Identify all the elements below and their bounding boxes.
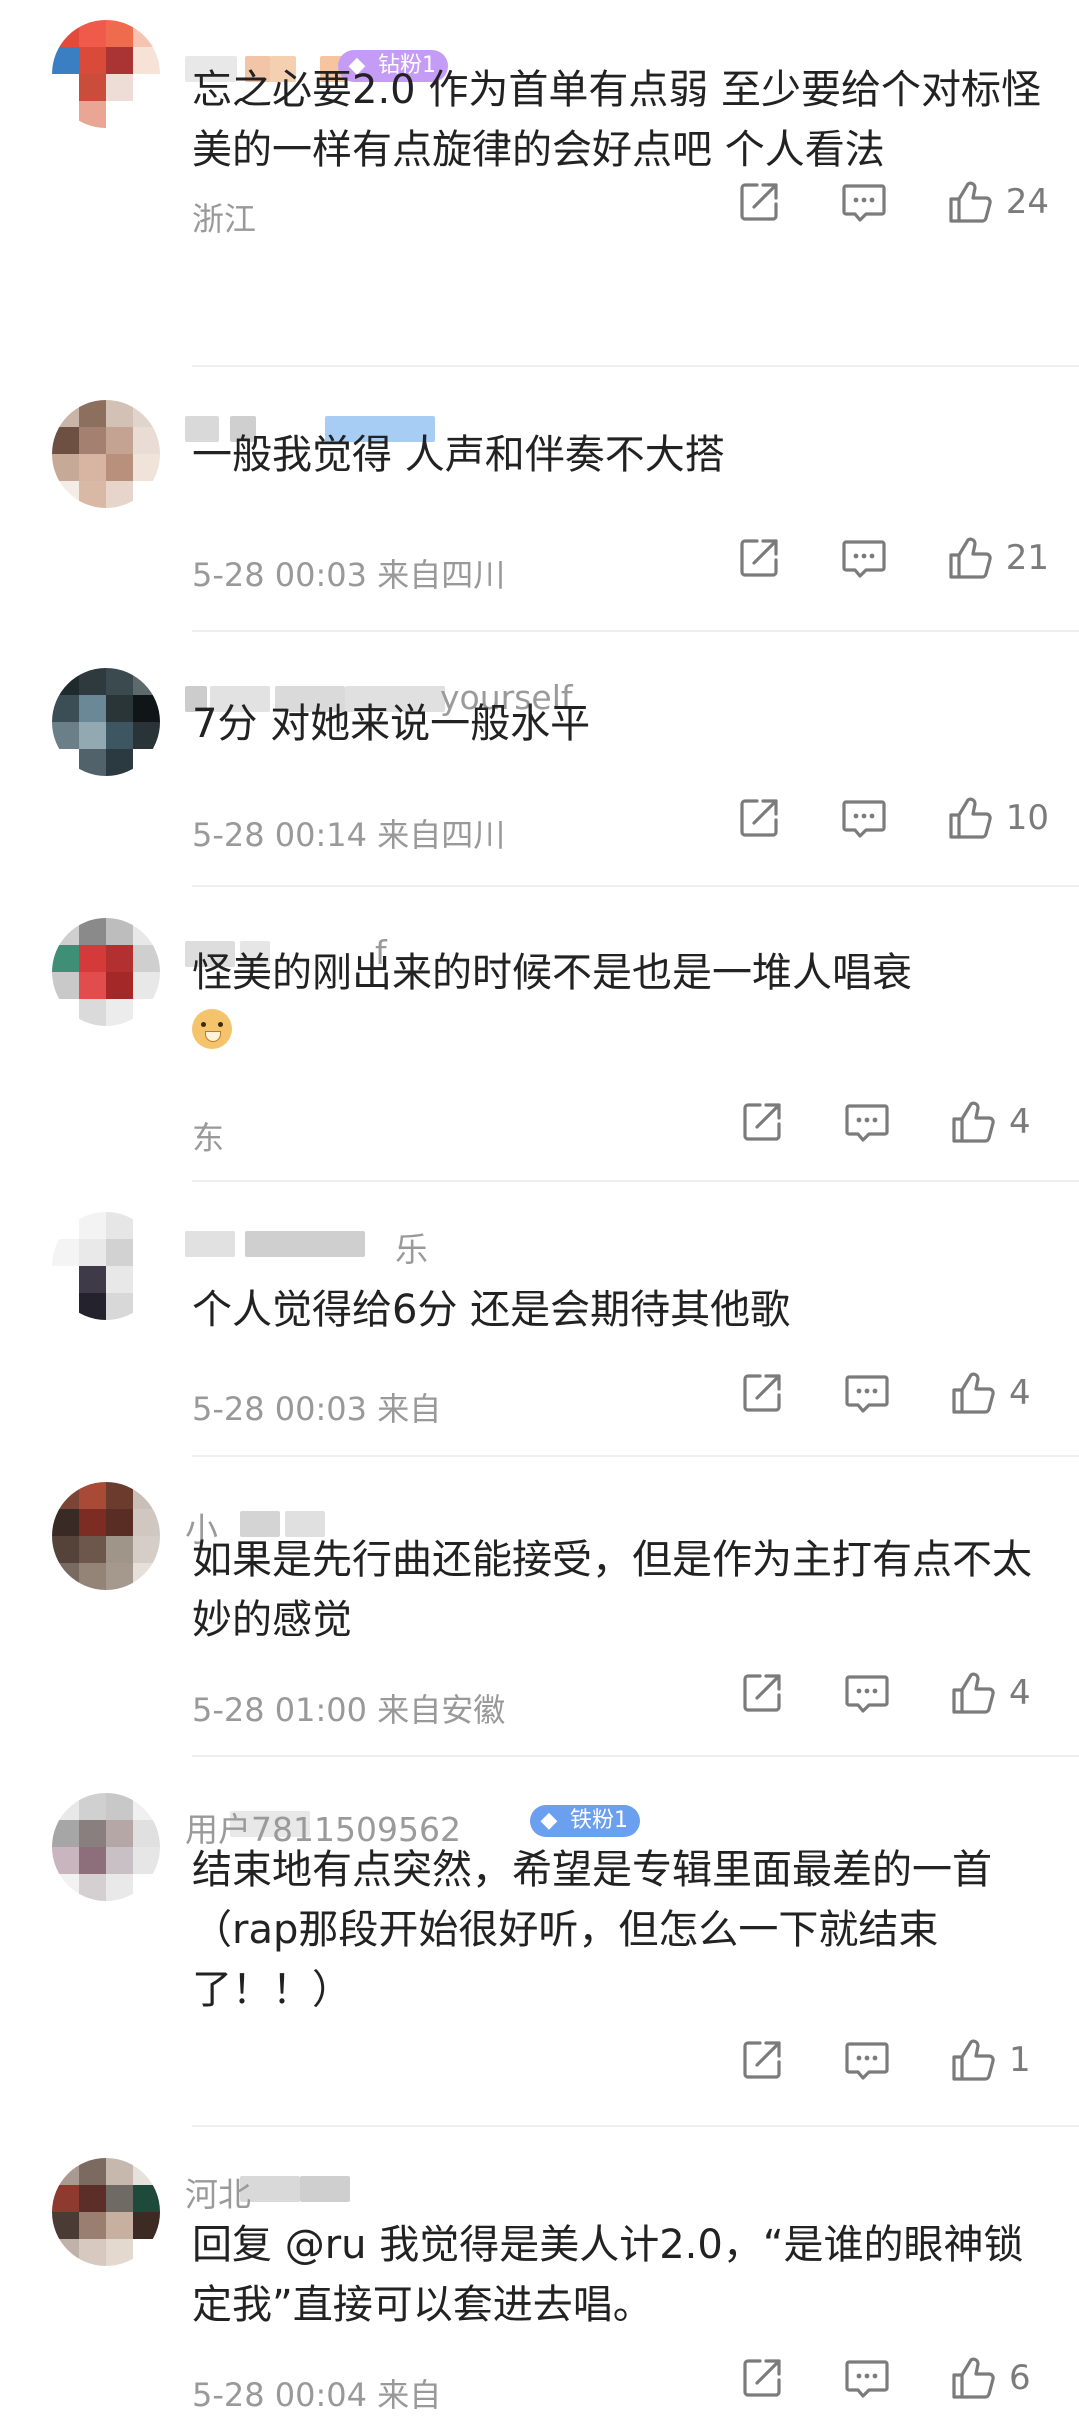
like-button[interactable]: 4 xyxy=(949,1098,1049,1146)
divider xyxy=(192,1455,1079,1457)
avatar[interactable] xyxy=(52,918,160,1026)
username-pixelated[interactable] xyxy=(300,2176,350,2202)
share-icon[interactable] xyxy=(739,1670,785,1716)
avatar[interactable] xyxy=(52,400,160,508)
reply-icon[interactable] xyxy=(840,795,888,841)
avatar[interactable] xyxy=(52,1793,160,1901)
comment-actions: 4 xyxy=(681,1365,1049,1421)
divider xyxy=(192,2125,1079,2127)
iron-fan-icon: ◆ xyxy=(540,1808,558,1833)
divider xyxy=(192,885,1079,887)
like-icon xyxy=(949,1669,999,1717)
avatar[interactable] xyxy=(52,1482,160,1590)
comment-meta: 东 xyxy=(192,1119,225,1157)
like-count: 4 xyxy=(1009,1102,1031,1142)
like-button[interactable]: 24 xyxy=(946,178,1049,226)
share-icon[interactable] xyxy=(736,179,782,225)
share-icon[interactable] xyxy=(739,2037,785,2083)
like-button[interactable]: 4 xyxy=(949,1369,1049,1417)
reply-icon[interactable] xyxy=(843,1670,891,1716)
avatar[interactable] xyxy=(52,668,160,776)
like-icon xyxy=(949,1098,999,1146)
divider xyxy=(192,1180,1079,1182)
comment-meta: 5-28 01:00 来自安徽 xyxy=(192,1691,506,1729)
comment-text: 忘之必要2.0 作为首单有点弱 至少要给个对标怪美的一样有点旋律的会好点吧 个人… xyxy=(192,67,1042,173)
comment-text: 怪美的刚出来的时候不是也是一堆人唱衰 xyxy=(192,950,912,996)
reply-icon[interactable] xyxy=(843,1099,891,1145)
like-count: 1 xyxy=(1009,2040,1031,2080)
like-icon xyxy=(949,1369,999,1417)
avatar[interactable] xyxy=(52,1212,160,1320)
comment-text: 一般我觉得 人声和伴奏不大搭 xyxy=(192,432,725,478)
like-button[interactable]: 21 xyxy=(946,534,1049,582)
share-icon[interactable] xyxy=(736,535,782,581)
like-count: 4 xyxy=(1009,1673,1031,1713)
fan-badge: ◆ 铁粉1 xyxy=(530,1805,640,1837)
comment-actions: 6 xyxy=(681,2350,1049,2406)
reply-icon[interactable] xyxy=(840,535,888,581)
comment-meta: 5-28 00:03 来自四川 xyxy=(192,556,506,594)
avatar[interactable] xyxy=(52,20,160,128)
comment-meta: 5-28 00:04 来自 xyxy=(192,2376,442,2414)
share-icon[interactable] xyxy=(739,1099,785,1145)
like-count: 6 xyxy=(1009,2358,1031,2398)
reply-icon[interactable] xyxy=(843,2037,891,2083)
comment-actions: 4 xyxy=(681,1665,1049,1721)
like-icon xyxy=(949,2036,999,2084)
username-pixelated[interactable] xyxy=(245,1231,365,1257)
comment-text: 回复 @ru 我觉得是美人计2.0，“是谁的眼神锁定我”直接可以套进去唱。 xyxy=(192,2222,1024,2328)
share-icon[interactable] xyxy=(739,2355,785,2401)
fan-badge-label: 铁粉1 xyxy=(570,1808,628,1833)
reply-icon[interactable] xyxy=(840,179,888,225)
comment-actions: 1 xyxy=(681,2032,1049,2088)
username-text[interactable]: 河北 xyxy=(185,2168,251,2216)
like-count: 21 xyxy=(1005,538,1049,578)
like-button[interactable]: 6 xyxy=(949,2354,1049,2402)
like-button[interactable]: 1 xyxy=(949,2036,1049,2084)
comment-meta: 5-28 00:03 来自 xyxy=(192,1390,442,1428)
reply-icon[interactable] xyxy=(843,2355,891,2401)
username-text[interactable]: 乐 xyxy=(395,1223,428,1271)
like-count: 4 xyxy=(1009,1373,1031,1413)
divider xyxy=(192,365,1079,367)
divider xyxy=(192,1755,1079,1757)
comment-text: 7分 对她来说一般水平 xyxy=(192,701,591,747)
like-count: 10 xyxy=(1005,798,1049,838)
comment-actions: 24 xyxy=(678,174,1049,230)
comment-meta: 5-28 00:14 来自四川 xyxy=(192,816,506,854)
comment-actions: 21 xyxy=(678,530,1049,586)
like-icon xyxy=(946,178,996,226)
share-icon[interactable] xyxy=(739,1370,785,1416)
like-button[interactable]: 10 xyxy=(946,794,1049,842)
like-icon xyxy=(946,534,996,582)
comment-text: 结束地有点突然，希望是专辑里面最差的一首（rap那段开始很好听，但怎么一下就结束… xyxy=(192,1847,992,2013)
username-pixelated[interactable] xyxy=(185,1231,235,1257)
like-icon xyxy=(946,794,996,842)
like-button[interactable]: 4 xyxy=(949,1669,1049,1717)
comment-actions: 4 xyxy=(681,1094,1049,1150)
comment-text: 个人觉得给6分 还是会期待其他歌 xyxy=(192,1287,791,1333)
divider xyxy=(192,630,1079,632)
share-icon[interactable] xyxy=(736,795,782,841)
reply-icon[interactable] xyxy=(843,1370,891,1416)
avatar[interactable] xyxy=(52,2158,160,2266)
like-count: 24 xyxy=(1005,182,1049,222)
comment-actions: 10 xyxy=(678,790,1049,846)
doge-emoji-icon xyxy=(192,1009,232,1049)
like-icon xyxy=(949,2354,999,2402)
comment-text: 如果是先行曲还能接受，但是作为主打有点不太妙的感觉 xyxy=(192,1537,1032,1643)
comment-meta: 浙江 xyxy=(192,200,257,238)
